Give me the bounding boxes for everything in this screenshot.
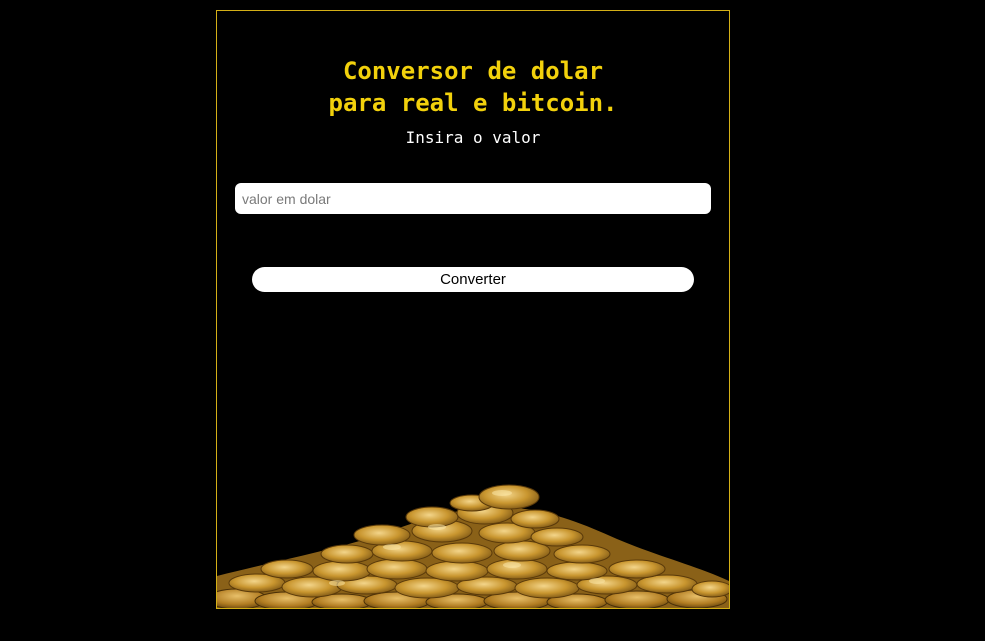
- convert-button[interactable]: Converter: [252, 267, 694, 292]
- title-line-1: Conversor de dolar: [342, 57, 604, 85]
- page-title: Conversor de dolar para real e bitcoin.: [217, 55, 729, 119]
- dollar-amount-input[interactable]: [235, 183, 711, 214]
- instruction-text: Insira o valor: [405, 128, 541, 147]
- title-line-2: para real e bitcoin.: [328, 89, 618, 117]
- gold-coins-image: [217, 484, 729, 608]
- converter-card: Conversor de dolar para real e bitcoin. …: [216, 10, 730, 609]
